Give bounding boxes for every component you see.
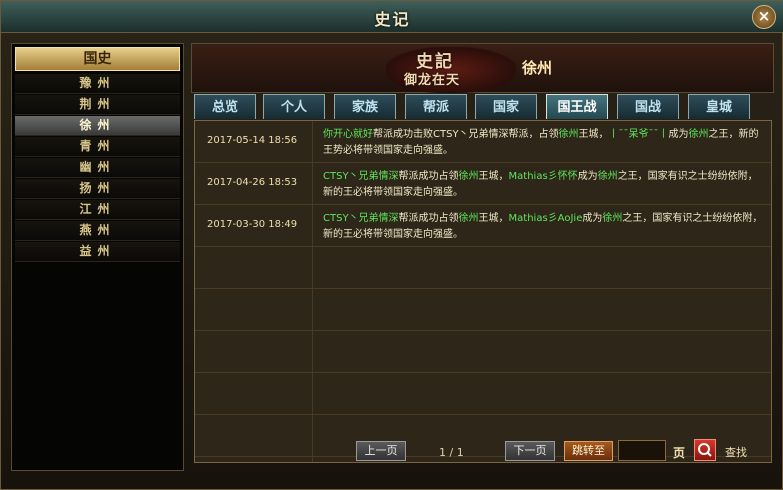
empty-row — [195, 289, 771, 331]
tab-item[interactable]: 家族 — [334, 94, 396, 119]
record-row: 2017-04-26 18:53 CTSY丶兄弟情深帮派成功占领徐州王城，Math… — [195, 163, 771, 205]
province-list: 豫州 荆州 徐州 青州 幽州 扬州 江州 燕州 益州 — [15, 74, 180, 263]
record-segment: 成为 — [577, 171, 598, 182]
tab-item[interactable]: 皇城 — [688, 94, 750, 119]
province-item[interactable]: 燕州 — [15, 221, 180, 241]
logo-subtitle: 御龙在天 — [404, 73, 461, 88]
record-segment: 丨ˉˉ呆爷ˉˉ丨 — [608, 129, 669, 140]
title-bar: 史记 × — [1, 1, 783, 33]
record-row: 2017-05-14 18:56 你开心就好帮派成功击败CTSY丶兄弟情深帮派，占… — [195, 121, 771, 163]
record-segment: 你开心就好 — [323, 129, 373, 140]
search-button[interactable] — [694, 439, 716, 461]
record-segment: 徐州 — [458, 171, 479, 182]
province-item[interactable]: 益州 — [15, 242, 180, 262]
record-table: 2017-05-14 18:56 你开心就好帮派成功击败CTSY丶兄弟情深帮派，占… — [194, 120, 772, 463]
record-segment: 徐州 — [558, 129, 579, 140]
record-segment: CTSY丶兄弟情深 — [433, 129, 509, 140]
tab-item[interactable]: 帮派 — [405, 94, 467, 119]
record-text: CTSY丶兄弟情深帮派成功占领徐州王城，Mathias彡AoJie成为徐州之王，… — [323, 211, 763, 243]
record-segment: 帮派成功击败 — [373, 129, 433, 140]
jump-button[interactable]: 跳转至 — [564, 441, 613, 461]
record-segment: 帮派成功占领 — [398, 213, 459, 224]
search-label: 查找 — [725, 446, 747, 459]
record-time: 2017-03-30 18:49 — [207, 219, 298, 230]
empty-row — [195, 373, 771, 415]
empty-row — [195, 247, 771, 289]
province-sidebar: 国史 豫州 荆州 徐州 青州 幽州 扬州 江州 燕州 益州 — [11, 43, 184, 471]
page-label: 页 — [673, 446, 686, 460]
record-segment: 徐州 — [597, 171, 618, 182]
record-segment: 徐州 — [688, 129, 709, 140]
province-item[interactable]: 徐州 — [15, 116, 180, 136]
tab-item[interactable]: 国战 — [617, 94, 679, 119]
empty-row — [195, 331, 771, 373]
tab-item[interactable]: 国王战 — [546, 94, 608, 119]
prev-page-button[interactable]: 上一页 — [356, 441, 406, 461]
record-segment: 帮派，占领 — [508, 129, 559, 140]
province-item[interactable]: 江州 — [15, 200, 180, 220]
close-button[interactable]: × — [752, 5, 776, 29]
page-indicator: 1 / 1 — [439, 446, 464, 459]
search-icon — [698, 443, 712, 457]
page-input[interactable] — [618, 440, 666, 461]
record-segment: 成为 — [582, 213, 603, 224]
window-title: 史记 — [374, 10, 411, 29]
record-text: 你开心就好帮派成功击败CTSY丶兄弟情深帮派，占领徐州王城，丨ˉˉ呆爷ˉˉ丨成为… — [323, 127, 763, 159]
record-time: 2017-05-14 18:56 — [207, 135, 298, 146]
region-name: 徐州 — [522, 59, 553, 77]
record-segment: 成为 — [668, 129, 689, 140]
province-item[interactable]: 豫州 — [15, 74, 180, 94]
record-segment: 王城， — [578, 129, 609, 140]
record-row: 2017-03-30 18:49 CTSY丶兄弟情深帮派成功占领徐州王城，Math… — [195, 205, 771, 247]
record-segment: Mathias彡怀怀 — [508, 171, 578, 182]
record-segment: CTSY丶兄弟情深 — [323, 171, 399, 182]
province-item[interactable]: 青州 — [15, 137, 180, 157]
province-item[interactable]: 荆州 — [15, 95, 180, 115]
history-window: 史记 × 国史 豫州 荆州 徐州 青州 幽州 扬州 江州 燕州 益州 史記 御龙在天 徐州 总览… — [0, 0, 783, 490]
record-segment: CTSY丶兄弟情深 — [323, 213, 399, 224]
category-header[interactable]: 国史 — [15, 47, 180, 71]
province-item[interactable]: 扬州 — [15, 179, 180, 199]
record-text: CTSY丶兄弟情深帮派成功占领徐州王城，Mathias彡怀怀成为徐州之王，国家有… — [323, 169, 763, 201]
tab-item[interactable]: 总览 — [194, 94, 256, 119]
province-item[interactable]: 幽州 — [15, 158, 180, 178]
record-segment: 徐州 — [602, 213, 623, 224]
record-segment: 徐州 — [458, 213, 479, 224]
record-segment: Mathias彡AoJie — [508, 213, 583, 224]
record-segment: 王城， — [478, 213, 509, 224]
next-page-button[interactable]: 下一页 — [505, 441, 555, 461]
tab-item[interactable]: 个人 — [263, 94, 325, 119]
record-segment: 帮派成功占领 — [398, 171, 459, 182]
game-logo: 史記 御龙在天 — [386, 47, 516, 93]
record-time: 2017-04-26 18:53 — [207, 177, 298, 188]
tab-item[interactable]: 国家 — [475, 94, 537, 119]
record-segment: 王城， — [478, 171, 509, 182]
